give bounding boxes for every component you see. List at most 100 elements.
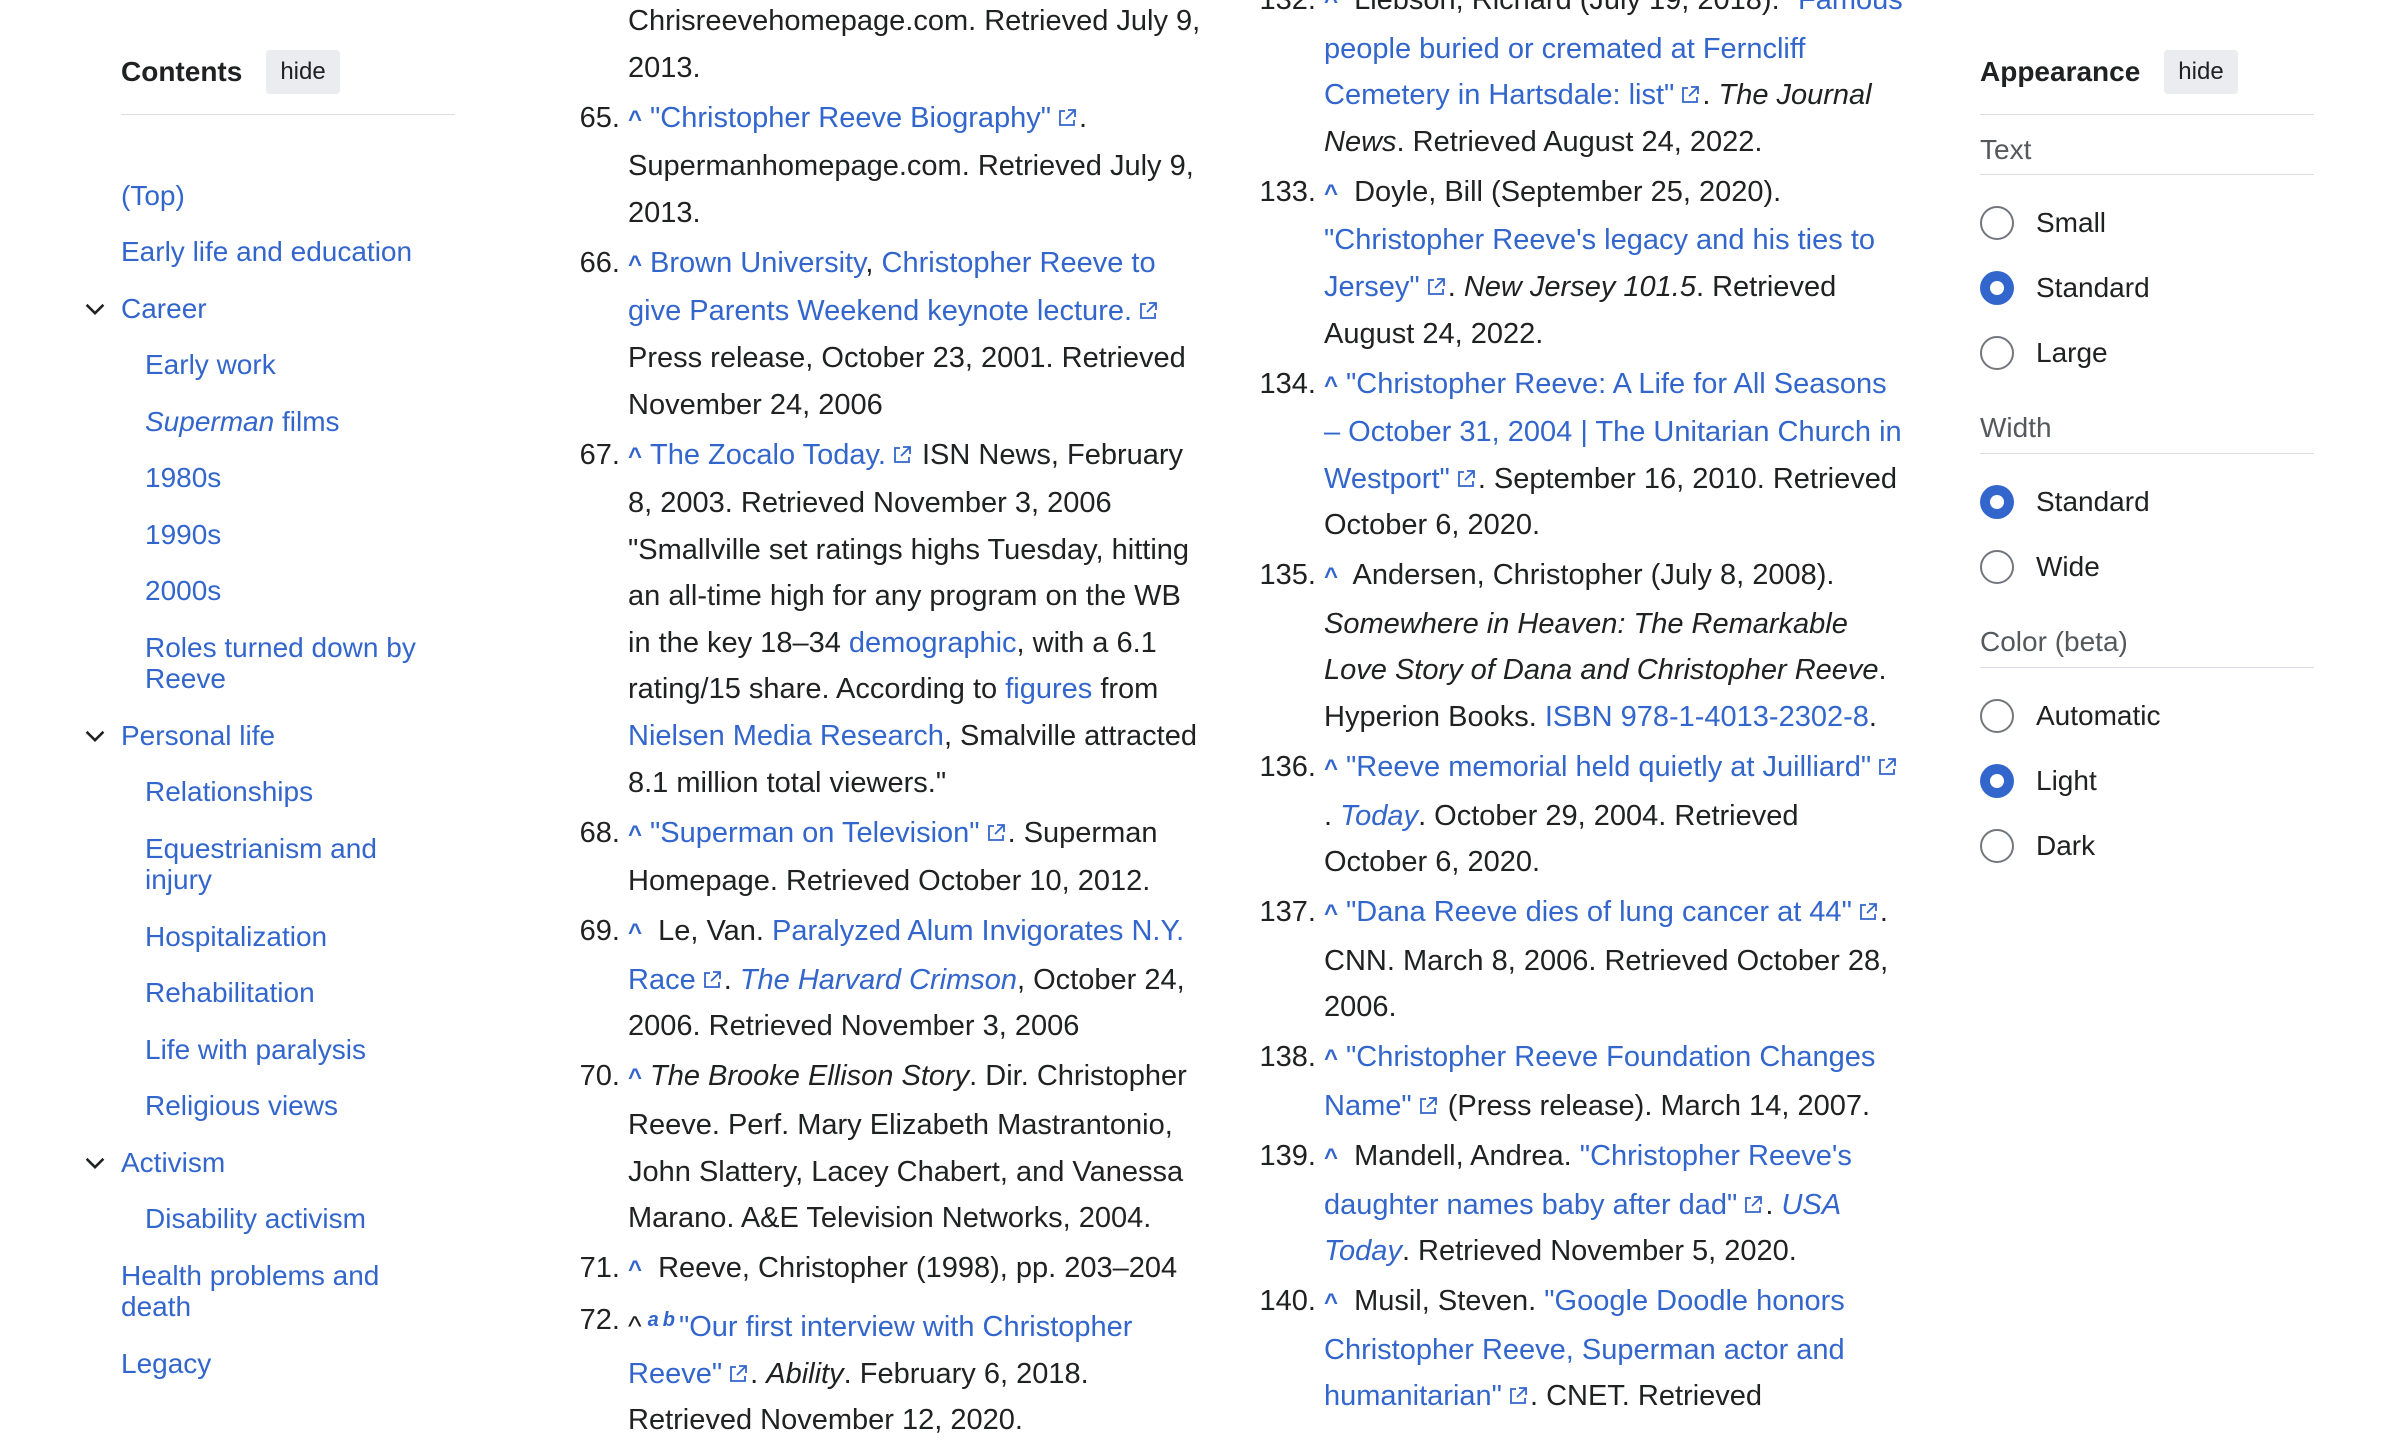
references-column-2: 132. ^ Liebson, Richard (July 19, 2018).…: [1260, 0, 1904, 1420]
toc-item-disability-activism[interactable]: Disability activism: [145, 1203, 441, 1234]
toc-item-religious-views[interactable]: Religious views: [145, 1090, 441, 1121]
text-size-standard-option[interactable]: Standard: [1980, 271, 2150, 305]
backlink-a[interactable]: a: [648, 1309, 659, 1331]
toc-item-early-work[interactable]: Early work: [145, 349, 441, 380]
reference-link[interactable]: "Christopher Reeve Biography": [650, 102, 1051, 134]
reference-text: Musil, Steven.: [1346, 1285, 1545, 1318]
toc-item-health-problems[interactable]: Health problems and death: [121, 1260, 441, 1322]
backlink-caret[interactable]: ^: [1324, 1144, 1338, 1171]
toc-item-personal-life[interactable]: Personal life: [85, 720, 441, 751]
reference-text: .: [750, 1357, 767, 1390]
text-size-large-option[interactable]: Large: [1980, 336, 2108, 370]
toc-item-relationships[interactable]: Relationships: [145, 776, 441, 807]
backlink-caret[interactable]: ^: [1324, 372, 1338, 399]
backlink-caret[interactable]: ^: [628, 251, 642, 278]
backlink-caret[interactable]: ^: [1324, 1289, 1338, 1316]
toc-item-2000s[interactable]: 2000s: [145, 575, 441, 606]
toc-item-top[interactable]: (Top): [121, 180, 441, 211]
reference-text: . Retrieved August 24, 2022.: [1396, 125, 1763, 158]
radio-button[interactable]: [1980, 336, 2014, 370]
nielsen-link[interactable]: Nielsen Media Research: [628, 720, 944, 752]
radio-button[interactable]: [1980, 829, 2014, 863]
toc-hide-button[interactable]: hide: [266, 50, 340, 94]
external-link-icon: [1680, 85, 1700, 105]
backlink-caret[interactable]: ^: [628, 919, 642, 946]
width-wide-option[interactable]: Wide: [1980, 550, 2100, 584]
backlink-b[interactable]: b: [663, 1309, 675, 1331]
reference-text: Reeve, Christopher (1998), pp. 203–204: [650, 1252, 1178, 1285]
reference-number: 132.: [1259, 0, 1316, 16]
reference-text: .: [723, 963, 740, 996]
color-automatic-option[interactable]: Automatic: [1980, 699, 2161, 733]
radio-button[interactable]: [1980, 699, 2014, 733]
harvard-crimson-link[interactable]: The Harvard Crimson: [740, 964, 1017, 996]
reference-69: 69. ^ Le, Van. Paralyzed Alum Invigorate…: [580, 908, 1208, 1050]
chevron-down-icon[interactable]: [81, 722, 109, 750]
radio-label: Automatic: [2036, 700, 2161, 731]
backlink-caret[interactable]: ^: [1324, 900, 1338, 927]
radio-button[interactable]: [1980, 485, 2014, 519]
radio-label: Standard: [2036, 486, 2150, 517]
reference-135: 135. ^ Andersen, Christopher (July 8, 20…: [1260, 552, 1904, 740]
toc-item-equestrianism[interactable]: Equestrianism and injury: [145, 833, 441, 895]
toc-item-career[interactable]: Career: [85, 293, 441, 324]
reference-link[interactable]: "Dana Reeve dies of lung cancer at 44": [1346, 896, 1852, 928]
radio-button[interactable]: [1980, 206, 2014, 240]
reference-link[interactable]: "Superman on Television": [650, 817, 980, 849]
backlink-caret[interactable]: ^: [1324, 755, 1338, 782]
isbn-link[interactable]: ISBN 978-1-4013-2302-8: [1545, 701, 1869, 733]
reference-number: 138.: [1259, 1041, 1316, 1074]
brown-university-link[interactable]: Brown University: [650, 247, 865, 279]
text-size-small-option[interactable]: Small: [1980, 206, 2106, 240]
reference-text: Liebson, Richard (July 19, 2018).: [1346, 0, 1788, 16]
reference-139: 139. ^ Mandell, Andrea. "Christopher Ree…: [1260, 1133, 1904, 1275]
appearance-hide-button[interactable]: hide: [2164, 50, 2238, 94]
reference-64: Chrisreevehomepage.com. Retrieved July 9…: [628, 0, 1208, 91]
figures-link[interactable]: figures: [1005, 673, 1092, 705]
reference-text: . CNET. Retrieved: [1529, 1380, 1763, 1413]
color-dark-option[interactable]: Dark: [1980, 829, 2095, 863]
toc-item-roles-turned-down[interactable]: Roles turned down by Reeve: [145, 632, 441, 694]
backlink-caret[interactable]: ^: [1324, 1045, 1338, 1072]
width-standard-option[interactable]: Standard: [1980, 485, 2150, 519]
demographic-link[interactable]: demographic: [849, 627, 1017, 659]
backlink-caret[interactable]: ^: [1324, 180, 1338, 207]
external-link-icon: [1138, 301, 1158, 321]
toc-item-superman-films[interactable]: Superman films: [145, 406, 441, 437]
toc-item-label: Personal life: [121, 720, 276, 751]
radio-button[interactable]: [1980, 271, 2014, 305]
toc-item-hospitalization[interactable]: Hospitalization: [145, 921, 441, 952]
divider: [1980, 667, 2314, 668]
reference-link[interactable]: "Reeve memorial held quietly at Juilliar…: [1346, 751, 1871, 783]
reference-link[interactable]: The Zocalo Today.: [650, 439, 886, 471]
color-light-option[interactable]: Light: [1980, 764, 2097, 798]
toc-item-early-life[interactable]: Early life and education: [121, 236, 441, 267]
backlink-caret[interactable]: ^: [1324, 0, 1338, 15]
external-link-icon: [892, 445, 912, 465]
radio-button[interactable]: [1980, 764, 2014, 798]
radio-button[interactable]: [1980, 550, 2014, 584]
radio-label: Light: [2036, 765, 2097, 796]
reference-text: .: [1765, 1188, 1782, 1221]
chevron-down-icon[interactable]: [81, 295, 109, 323]
reference-text: .: [1702, 79, 1719, 112]
backlink-caret[interactable]: ^: [628, 106, 642, 133]
chevron-down-icon[interactable]: [81, 1149, 109, 1177]
reference-67: 67. ^ The Zocalo Today. ISN News, Februar…: [580, 432, 1208, 807]
toc-item-activism[interactable]: Activism: [85, 1147, 441, 1178]
backlink-caret[interactable]: ^: [628, 1064, 642, 1091]
toc-item-rehabilitation[interactable]: Rehabilitation: [145, 977, 441, 1008]
toc-item-legacy[interactable]: Legacy: [121, 1348, 441, 1379]
backlink-caret[interactable]: ^: [628, 1256, 642, 1283]
backlink-caret[interactable]: ^: [628, 821, 642, 848]
external-link-icon: [1508, 1386, 1528, 1406]
backlink-caret[interactable]: ^: [628, 443, 642, 470]
today-link[interactable]: Today: [1340, 800, 1418, 832]
backlink-caret[interactable]: ^: [1324, 563, 1338, 590]
toc-item-label-rest: films: [274, 406, 340, 437]
reference-136: 136. ^ "Reeve memorial held quietly at Ju…: [1260, 744, 1904, 886]
toc-item-1980s[interactable]: 1980s: [145, 462, 441, 493]
toc-item-1990s[interactable]: 1990s: [145, 519, 441, 550]
external-link-icon: [1456, 469, 1476, 489]
toc-item-life-with-paralysis[interactable]: Life with paralysis: [145, 1034, 441, 1065]
